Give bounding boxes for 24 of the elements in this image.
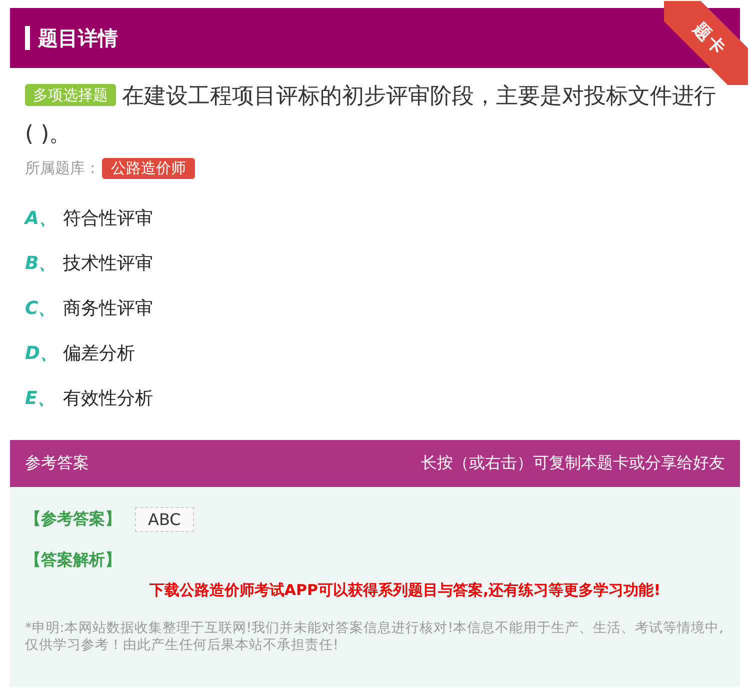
bank-label: 所属题库： [25, 159, 100, 178]
answer-section-title: 参考答案 [25, 453, 89, 474]
question-type-badge: 多项选择题 [25, 84, 116, 106]
option-letter: C、 [25, 296, 53, 320]
option-letter: E、 [25, 386, 53, 410]
share-hint: 长按（或右击）可复制本题卡或分享给好友 [421, 453, 725, 474]
option-text: 商务性评审 [63, 296, 153, 320]
promo-text: 下载公路造价师考试APP可以获得系列题目与答案,还有练习等更多学习功能! [148, 581, 662, 600]
option-text: 符合性评审 [63, 206, 153, 230]
corner-ribbon[interactable]: 题卡 [664, 1, 748, 85]
option-text: 技术性评审 [63, 252, 153, 274]
option-text: 有效性分析 [63, 386, 153, 410]
answer-label: 【参考答案】 [25, 509, 121, 530]
option-letter: D、 [25, 342, 53, 364]
page-title: 题目详情 [38, 24, 118, 52]
title-marker [25, 26, 30, 50]
option-letter: A、 [25, 206, 53, 230]
question-text: 多项选择题 在建设工程项目评标的初步评审阶段，主要是对投标文件进行 ( )。 [25, 83, 717, 149]
bank-tag[interactable]: 公路造价师 [102, 158, 195, 179]
answer-value: ABC [135, 507, 194, 532]
option-letter: B、 [25, 252, 53, 274]
option-text: 偏差分析 [63, 342, 135, 364]
disclaimer-text: *申明:本网站数据收集整理于互联网!我们并未能对答案信息进行核对!本信息不能用于生产、生活、考试等情境中,仅供学习参考！由此产生任何后果本站不承担责任! [25, 620, 724, 654]
analysis-label: 【答案解析】 [25, 550, 122, 571]
